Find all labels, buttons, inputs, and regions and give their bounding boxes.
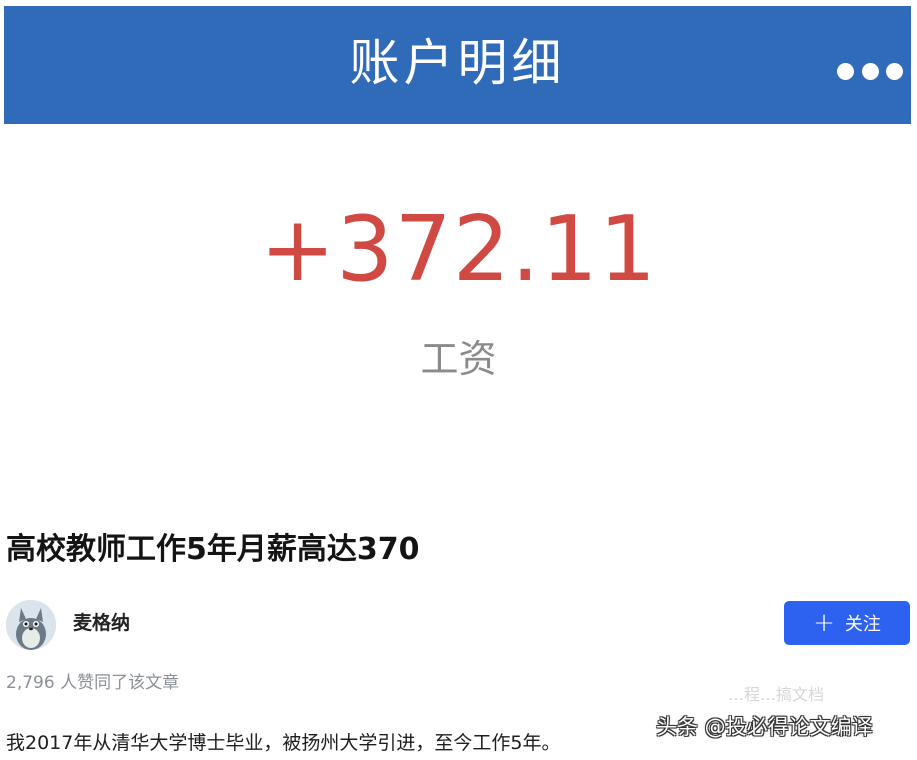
follow-button[interactable]: + 关注 [784, 601, 910, 645]
app-header: 账户明细 [4, 6, 911, 124]
more-dots-icon [886, 62, 903, 80]
avatar-image [6, 600, 56, 650]
article-title: 高校教师工作5年月薪高达370 [6, 532, 420, 567]
author-avatar[interactable] [6, 600, 56, 650]
author-name[interactable]: 麦格纳 [73, 609, 130, 637]
likes-count: 2,796 人赞同了该文章 [6, 673, 180, 693]
watermark: 头条 @投必得论文编译 [656, 715, 873, 739]
watermark-faint: …程…搞文档 [728, 685, 825, 704]
article-body-text: 我2017年从清华大学博士毕业，被扬州大学引进，至今工作5年。 [6, 732, 561, 754]
follow-button-label: 关注 [844, 614, 881, 635]
plus-icon: + [813, 608, 835, 638]
more-menu-button[interactable] [837, 60, 903, 82]
transaction-amount: +372.11 [259, 197, 658, 302]
page-title: 账户明细 [349, 34, 566, 92]
transaction-type-label: 工资 [420, 337, 497, 381]
more-dots-icon [837, 62, 854, 80]
more-dots-icon [861, 62, 879, 80]
